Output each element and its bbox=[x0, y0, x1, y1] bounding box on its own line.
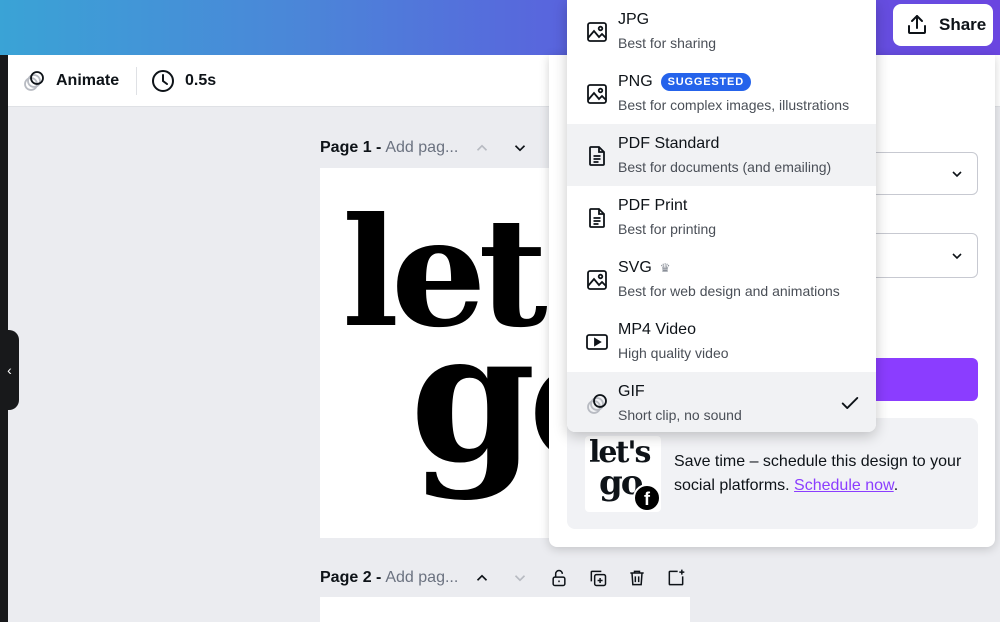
schedule-promo: let's go f Save time – schedule this des… bbox=[567, 418, 978, 529]
page-label: Page 2 - bbox=[320, 569, 382, 586]
chevron-down-icon bbox=[952, 171, 962, 178]
option-title: SVG bbox=[618, 259, 652, 276]
option-description: Best for sharing bbox=[618, 35, 717, 51]
design-page-canvas[interactable] bbox=[320, 597, 690, 622]
lock-page-button[interactable] bbox=[547, 566, 571, 590]
share-upload-icon bbox=[908, 15, 926, 34]
page-title-input[interactable]: Add pag... bbox=[385, 139, 458, 157]
option-title: GIF bbox=[618, 383, 645, 400]
image-icon bbox=[587, 84, 607, 104]
share-label: Share bbox=[939, 15, 987, 34]
animate-label: Animate bbox=[56, 72, 120, 89]
option-description: Best for printing bbox=[618, 221, 717, 237]
chevron-left-icon: ‹ bbox=[7, 362, 12, 378]
pages-select[interactable] bbox=[866, 233, 978, 278]
option-title: PDF Print bbox=[618, 197, 688, 214]
animate-button[interactable]: Animate bbox=[22, 67, 119, 95]
document-icon bbox=[589, 146, 605, 166]
trash-icon bbox=[630, 570, 644, 586]
page-title-input[interactable]: Add pag... bbox=[385, 569, 458, 587]
chevron-up-icon bbox=[476, 574, 488, 581]
duplicate-icon bbox=[590, 570, 607, 587]
duration-value: 0.5s bbox=[185, 72, 217, 89]
chevron-down-icon bbox=[514, 145, 526, 152]
file-type-option-gif[interactable]: GIF Short clip, no sound bbox=[567, 372, 876, 432]
gif-icon bbox=[587, 394, 607, 414]
page-label: Page 1 - bbox=[320, 139, 382, 156]
collapse-panel-button[interactable]: ‹ bbox=[0, 330, 19, 410]
suggested-badge: SUGGESTED bbox=[660, 73, 751, 91]
option-description: Short clip, no sound bbox=[618, 407, 742, 423]
option-title: PNG bbox=[618, 73, 653, 90]
option-title: PDF Standard bbox=[618, 135, 720, 152]
facebook-icon: f bbox=[633, 484, 661, 512]
file-type-option-svg[interactable]: SVG ♛ Best for web design and animations bbox=[567, 248, 876, 310]
file-type-option-png[interactable]: PNG SUGGESTED Best for complex images, il… bbox=[567, 62, 876, 124]
option-description: Best for complex images, illustrations bbox=[618, 97, 850, 113]
duplicate-page-button[interactable] bbox=[586, 566, 610, 590]
option-description: Best for web design and animations bbox=[618, 283, 840, 299]
image-icon bbox=[587, 22, 607, 42]
promo-trailing: . bbox=[893, 477, 899, 494]
toolbar-divider bbox=[136, 67, 137, 95]
chevron-down-icon bbox=[952, 253, 962, 260]
animate-icon bbox=[24, 71, 44, 91]
add-page-icon bbox=[668, 569, 685, 586]
move-page-up-button[interactable] bbox=[470, 566, 494, 590]
promo-thumbnail: let's go f bbox=[585, 436, 661, 512]
file-type-option-jpg[interactable]: JPG Best for sharing bbox=[567, 0, 876, 62]
file-type-option-mp4[interactable]: MP4 Video High quality video bbox=[567, 310, 876, 372]
option-title: MP4 Video bbox=[618, 321, 696, 338]
clock-icon bbox=[152, 70, 174, 92]
file-type-option-pdf-standard[interactable]: PDF Standard Best for documents (and ema… bbox=[567, 124, 876, 186]
design-page-canvas[interactable]: let's go bbox=[320, 168, 570, 538]
size-select[interactable] bbox=[866, 152, 978, 195]
page-header: Page 2 - Add pag... bbox=[320, 566, 458, 590]
crown-icon: ♛ bbox=[659, 261, 671, 275]
page-header: Page 1 - Add pag... bbox=[320, 136, 458, 160]
move-page-up-button[interactable] bbox=[470, 136, 494, 160]
file-type-dropdown: JPG Best for sharing PNG SUGGESTED Best f… bbox=[567, 0, 876, 432]
video-icon bbox=[586, 334, 608, 350]
download-button[interactable] bbox=[874, 358, 978, 401]
share-button[interactable]: Share bbox=[893, 4, 993, 46]
schedule-now-link[interactable]: Schedule now bbox=[794, 477, 894, 494]
option-description: Best for documents (and emailing) bbox=[618, 159, 832, 175]
document-icon bbox=[589, 208, 605, 228]
option-description: High quality video bbox=[618, 345, 729, 361]
design-text-go: go bbox=[410, 292, 570, 503]
chevron-down-icon bbox=[514, 575, 526, 582]
unlock-icon bbox=[552, 569, 566, 587]
add-page-button[interactable] bbox=[664, 566, 688, 590]
option-title: JPG bbox=[618, 11, 650, 28]
file-type-option-pdf-print[interactable]: PDF Print Best for printing bbox=[567, 186, 876, 248]
chevron-up-icon bbox=[476, 144, 488, 151]
delete-page-button[interactable] bbox=[625, 566, 649, 590]
image-icon bbox=[587, 270, 607, 290]
move-page-down-button[interactable] bbox=[508, 566, 532, 590]
checkmark-icon bbox=[841, 397, 859, 409]
promo-text: Save time – schedule this design to your… bbox=[674, 450, 964, 498]
move-page-down-button[interactable] bbox=[508, 136, 532, 160]
duration-button[interactable]: 0.5s bbox=[151, 67, 216, 95]
